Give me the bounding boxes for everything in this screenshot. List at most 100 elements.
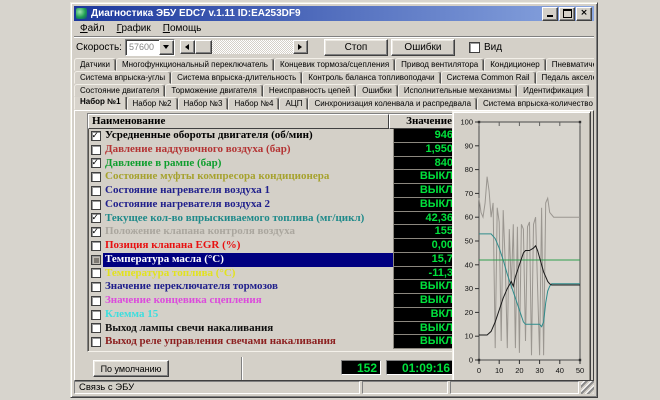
table-row[interactable]: Выход реле управления свечами накаливани… (88, 335, 456, 349)
y-tick-label: 10 (465, 332, 473, 341)
row-label[interactable]: Выход реле управления свечами накаливани… (103, 335, 393, 349)
table-row[interactable]: Клемма 15ВКЛ (88, 308, 456, 322)
row-checkbox[interactable] (88, 198, 103, 212)
slider-thumb[interactable] (195, 40, 212, 54)
close-button[interactable]: × (576, 7, 592, 21)
speed-value: 57600 (126, 42, 159, 52)
maximize-button[interactable] (559, 7, 575, 21)
row-checkbox[interactable] (88, 129, 103, 143)
table-row[interactable]: Температура топлива (°C)-11,3 (88, 267, 456, 281)
row-checkbox[interactable] (88, 280, 103, 294)
stop-button[interactable]: Стоп (324, 39, 388, 56)
default-button[interactable]: По умолчанию (93, 360, 169, 377)
row-label[interactable]: Положение клапана контроля воздуха (103, 225, 393, 239)
table-row[interactable]: Позиция клапана EGR (%)0,00 (88, 239, 456, 253)
table-row[interactable]: Состояние муфты компресора кондиционераВ… (88, 170, 456, 184)
row-checkbox[interactable] (88, 157, 103, 171)
tab-1-3[interactable]: Концевик тормоза/сцепления (274, 58, 395, 71)
row-label[interactable]: Состояние нагревателя воздуха 1 (103, 184, 393, 198)
tab-4-5[interactable]: АЦП (279, 97, 308, 110)
row-checkbox[interactable] (88, 170, 103, 184)
tab-3-2[interactable]: Торможение двигателя (165, 84, 263, 97)
tab-2-3[interactable]: Контроль баланса топливоподачи (302, 71, 440, 84)
table-row[interactable]: Усредненные обороты двигателя (об/мин)94… (88, 129, 456, 143)
row-checkbox[interactable] (88, 225, 103, 239)
view-checkbox[interactable] (469, 42, 480, 53)
tab-2-4[interactable]: Система Common Rail (441, 71, 536, 84)
row-label[interactable]: Состояние муфты компресора кондиционера (103, 170, 393, 184)
row-checkbox[interactable] (88, 335, 103, 349)
row-label[interactable]: Температура топлива (°C) (103, 267, 393, 281)
tab-2-1[interactable]: Система впрыска-углы (74, 71, 171, 84)
tab-2-2[interactable]: Система впрыска-длительность (171, 71, 302, 84)
slider-left-button[interactable] (180, 40, 195, 54)
tab-4-3[interactable]: Набор №3 (178, 97, 229, 110)
column-header-value[interactable]: Значение (389, 114, 456, 129)
tab-3-3[interactable]: Неисправность цепей (263, 84, 356, 97)
table-row[interactable]: Значение концевика сцепленияВЫКЛ (88, 294, 456, 308)
row-label[interactable]: Давление в рампе (бар) (103, 157, 393, 171)
tab-2-5[interactable]: Педаль акселератора (536, 71, 595, 84)
table-row[interactable]: Состояние нагревателя воздуха 2ВЫКЛ (88, 198, 456, 212)
tab-4-6[interactable]: Синхронизация коленвала и распредвала (308, 97, 477, 110)
combo-dropdown-button[interactable] (159, 40, 174, 55)
errors-button[interactable]: Ошибки (391, 39, 455, 56)
tab-1-1[interactable]: Датчики (74, 58, 116, 71)
table-row[interactable]: Текущее кол-во впрыскиваемого топлива (м… (88, 212, 456, 226)
row-checkbox[interactable] (88, 212, 103, 226)
slider-right-button[interactable] (293, 40, 308, 54)
row-label[interactable]: Текущее кол-во впрыскиваемого топлива (м… (103, 212, 393, 226)
menu-help[interactable]: Помощь (157, 22, 208, 35)
column-header-name[interactable]: Наименование (88, 114, 389, 129)
tab-1-4[interactable]: Привод вентилятора (395, 58, 484, 71)
table-row[interactable]: Давление наддувочного воздуха (бар)1,950 (88, 143, 456, 157)
row-checkbox[interactable] (88, 253, 103, 267)
row-label[interactable]: Давление наддувочного воздуха (бар) (103, 143, 393, 157)
resize-grip[interactable] (581, 381, 594, 394)
menu-file[interactable]: Файл (74, 22, 111, 35)
table-row[interactable]: Состояние нагревателя воздуха 1ВЫКЛ (88, 184, 456, 198)
tab-4-1[interactable]: Набор №1 (74, 97, 127, 110)
tab-4-2[interactable]: Набор №2 (127, 97, 178, 110)
table-rows: Усредненные обороты двигателя (об/мин)94… (88, 129, 456, 349)
row-checkbox[interactable] (88, 308, 103, 322)
row-label[interactable]: Значение переключателя тормозов (103, 280, 393, 294)
speed-combobox[interactable]: 57600 (125, 39, 175, 56)
row-label[interactable]: Усредненные обороты двигателя (об/мин) (103, 129, 393, 143)
table-row[interactable]: Положение клапана контроля воздуха155 (88, 225, 456, 239)
menu-chart[interactable]: График (111, 22, 157, 35)
tab-1-2[interactable]: Многофункциональный переключатель (116, 58, 274, 71)
app-window: Диагностика ЭБУ EDC7 v.1.11 ID:EA253DF9 … (70, 2, 598, 398)
row-checkbox[interactable] (88, 294, 103, 308)
row-checkbox[interactable] (88, 322, 103, 336)
tab-4-7[interactable]: Система впрыска-количество (477, 97, 594, 110)
row-checkbox[interactable] (88, 184, 103, 198)
row-checkbox[interactable] (88, 267, 103, 281)
row-label[interactable]: Значение концевика сцепления (103, 294, 393, 308)
row-checkbox[interactable] (88, 239, 103, 253)
tab-4-4[interactable]: Набор №4 (228, 97, 279, 110)
tab-3-1[interactable]: Состояние двигателя (74, 84, 165, 97)
tab-3-5[interactable]: Исполнительные механизмы (398, 84, 517, 97)
table-row[interactable]: Выход лампы свечи накаливанияВЫКЛ (88, 322, 456, 336)
row-checkbox[interactable] (88, 143, 103, 157)
row-label[interactable]: Выход лампы свечи накаливания (103, 322, 393, 336)
tab-1-5[interactable]: Кондиционер (484, 58, 545, 71)
tab-3-6[interactable]: Идентификация (517, 84, 589, 97)
table-row[interactable]: Температура масла (°C)15,7 (88, 253, 456, 267)
row-label[interactable]: Состояние нагревателя воздуха 2 (103, 198, 393, 212)
minimize-button[interactable] (542, 7, 558, 21)
tab-1-6[interactable]: Пневматическая система (546, 58, 594, 71)
table-row[interactable]: Давление в рампе (бар)840 (88, 157, 456, 171)
row-label[interactable]: Температура масла (°C) (103, 253, 393, 267)
row-label[interactable]: Клемма 15 (103, 308, 393, 322)
speed-slider[interactable] (180, 40, 308, 54)
tab-3-4[interactable]: Ошибки (356, 84, 398, 97)
row-label[interactable]: Позиция клапана EGR (%) (103, 239, 393, 253)
table-row[interactable]: Значение переключателя тормозовВЫКЛ (88, 280, 456, 294)
checkbox-icon (91, 172, 101, 182)
titlebar[interactable]: Диагностика ЭБУ EDC7 v.1.11 ID:EA253DF9 … (74, 6, 594, 21)
slider-track[interactable] (212, 40, 293, 54)
view-checkbox-label: Вид (484, 42, 502, 53)
y-tick-label: 20 (465, 308, 473, 317)
